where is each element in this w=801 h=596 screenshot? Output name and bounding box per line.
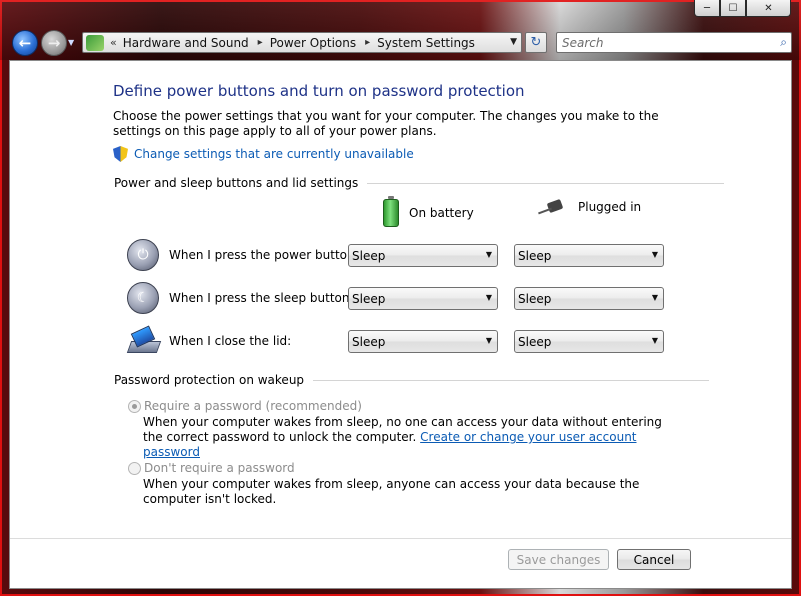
select-value: Sleep — [352, 291, 386, 306]
chevron-down-icon: ▼ — [485, 293, 492, 302]
close-lid-battery-select[interactable]: Sleep ▼ — [348, 330, 498, 353]
sleep-button-row: ☾ When I press the sleep button: — [127, 282, 354, 314]
intro-text: Choose the power settings that you want … — [113, 109, 659, 138]
divider — [367, 182, 725, 184]
back-button[interactable]: ← — [12, 30, 38, 56]
address-bar[interactable]: « Hardware and Sound ▸ Power Options ▸ S… — [82, 32, 522, 53]
save-changes-button[interactable]: Save changes — [508, 549, 609, 570]
battery-icon — [383, 196, 399, 227]
address-dropdown-icon[interactable]: ▼ — [510, 37, 517, 47]
power-button-row: ⏻ When I press the power button: — [127, 239, 359, 271]
page-title: Define power buttons and turn on passwor… — [113, 82, 525, 100]
select-value: Sleep — [518, 291, 552, 306]
chevron-down-icon: ▼ — [485, 250, 492, 259]
content-pane: Define power buttons and turn on passwor… — [9, 60, 792, 589]
close-button[interactable]: ✕ — [746, 0, 791, 17]
footer-divider — [10, 538, 791, 539]
chevron-down-icon: ▼ — [485, 336, 492, 345]
sleep-button-label: When I press the sleep button: — [169, 291, 354, 305]
require-password-description: When your computer wakes from sleep, no … — [143, 415, 683, 460]
forward-arrow-icon: → — [47, 34, 61, 52]
control-panel-icon — [86, 34, 104, 51]
sleep-button-plugged-select[interactable]: Sleep ▼ — [514, 287, 664, 310]
refresh-icon: ↻ — [530, 35, 542, 50]
power-button-icon: ⏻ — [127, 239, 159, 271]
address-chevron-icon[interactable]: « — [110, 36, 117, 49]
close-lid-row: When I close the lid: — [127, 327, 291, 355]
no-password-radio[interactable] — [128, 462, 141, 475]
power-group-heading-text: Power and sleep buttons and lid settings — [114, 176, 359, 190]
require-password-radio[interactable] — [128, 400, 141, 413]
password-group-heading-text: Password protection on wakeup — [114, 373, 305, 387]
breadcrumb-hardware-and-sound[interactable]: Hardware and Sound — [123, 36, 249, 50]
cancel-button[interactable]: Cancel — [617, 549, 691, 570]
battery-column-label: On battery — [409, 206, 474, 220]
change-settings-link-text[interactable]: Change settings that are currently unava… — [134, 147, 414, 161]
laptop-lid-icon — [127, 327, 159, 355]
uac-shield-icon — [113, 146, 128, 162]
power-button-label: When I press the power button: — [169, 248, 359, 262]
sleep-button-icon: ☾ — [127, 282, 159, 314]
breadcrumb-power-options[interactable]: Power Options — [270, 36, 356, 50]
caption-buttons: ─ ☐ ✕ — [694, 0, 791, 17]
forward-button[interactable]: → — [41, 30, 67, 56]
minimize-button[interactable]: ─ — [694, 0, 720, 17]
select-value: Sleep — [352, 334, 386, 349]
password-group-heading: Password protection on wakeup — [114, 373, 710, 387]
search-input[interactable]: Search ⌕ — [556, 32, 792, 53]
battery-column-header: On battery — [383, 196, 474, 227]
chevron-down-icon: ▼ — [651, 336, 658, 345]
chevron-down-icon: ▼ — [651, 293, 658, 302]
no-password-description: When your computer wakes from sleep, any… — [143, 477, 640, 506]
select-value: Sleep — [518, 248, 552, 263]
change-settings-link[interactable]: Change settings that are currently unava… — [113, 146, 414, 162]
sleep-button-battery-select[interactable]: Sleep ▼ — [348, 287, 498, 310]
breadcrumb-separator-icon[interactable]: ▸ — [365, 37, 370, 48]
power-plug-icon — [538, 199, 570, 215]
search-icon[interactable]: ⌕ — [780, 35, 787, 50]
breadcrumb-separator-icon[interactable]: ▸ — [258, 37, 263, 48]
power-button-battery-select[interactable]: Sleep ▼ — [348, 244, 498, 267]
plugged-column-header: Plugged in — [538, 199, 641, 215]
close-lid-label: When I close the lid: — [169, 334, 292, 348]
close-lid-plugged-select[interactable]: Sleep ▼ — [514, 330, 664, 353]
require-password-label: Require a password (recommended) — [144, 399, 362, 413]
select-value: Sleep — [352, 248, 386, 263]
power-button-plugged-select[interactable]: Sleep ▼ — [514, 244, 664, 267]
maximize-button[interactable]: ☐ — [720, 0, 746, 17]
breadcrumb-system-settings[interactable]: System Settings — [377, 36, 475, 50]
no-password-label: Don't require a password — [144, 461, 295, 475]
power-group-heading: Power and sleep buttons and lid settings — [114, 176, 725, 190]
search-placeholder: Search — [562, 35, 604, 50]
recent-pages-dropdown[interactable]: ▼ — [68, 38, 74, 47]
select-value: Sleep — [518, 334, 552, 349]
back-arrow-icon: ← — [18, 34, 32, 52]
plugged-column-label: Plugged in — [578, 200, 642, 214]
refresh-button[interactable]: ↻ — [525, 32, 547, 53]
divider — [313, 379, 710, 381]
chevron-down-icon: ▼ — [651, 250, 658, 259]
